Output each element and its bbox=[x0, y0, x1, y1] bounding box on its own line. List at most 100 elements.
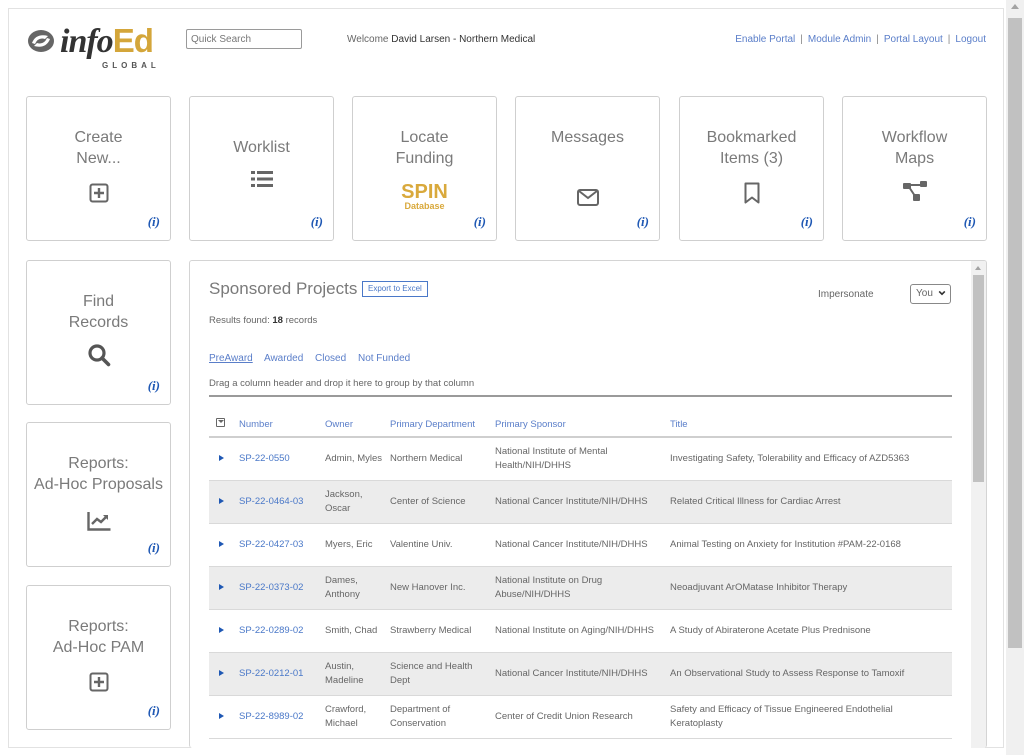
tile-create-new[interactable]: Create New... (i) bbox=[26, 96, 171, 241]
cell-department: Northern Medical bbox=[386, 437, 491, 481]
tab-not-funded[interactable]: Not Funded bbox=[358, 353, 410, 364]
expand-arrow-icon[interactable] bbox=[219, 497, 224, 504]
infoed-logo[interactable]: infoEd GLOBAL bbox=[26, 22, 176, 70]
info-icon[interactable]: (i) bbox=[964, 214, 976, 230]
page-scrollbar-thumb[interactable] bbox=[1008, 18, 1022, 648]
scroll-up-arrow-icon[interactable] bbox=[1011, 4, 1019, 9]
logo-subtext: GLOBAL bbox=[102, 61, 160, 70]
tile-title: Find Records bbox=[68, 293, 129, 331]
table-row[interactable]: SP-22-8989-02 Crawford, Michael Department… bbox=[209, 695, 952, 739]
column-header-primary-department[interactable]: Primary Department bbox=[386, 399, 491, 438]
impersonate-value: You bbox=[916, 288, 933, 299]
info-icon[interactable]: (i) bbox=[637, 214, 649, 230]
tile-workflow-maps[interactable]: Workflow Maps (i) bbox=[842, 96, 987, 241]
tab-preaward[interactable]: PreAward bbox=[209, 353, 253, 364]
tile-worklist[interactable]: Worklist (i) bbox=[189, 96, 334, 241]
tile-title: Reports: Ad-Hoc Proposals bbox=[34, 455, 163, 493]
column-header-number[interactable]: Number bbox=[235, 399, 321, 438]
project-number-link[interactable]: SP-22-8989-02 bbox=[239, 711, 303, 722]
expand-arrow-icon[interactable] bbox=[219, 454, 224, 461]
info-icon[interactable]: (i) bbox=[148, 378, 160, 394]
tab-awarded[interactable]: Awarded bbox=[264, 353, 303, 364]
info-icon[interactable]: (i) bbox=[474, 214, 486, 230]
portal-layout-link[interactable]: Portal Layout bbox=[884, 34, 943, 45]
info-icon[interactable]: (i) bbox=[148, 214, 160, 230]
tile-title: Workflow Maps bbox=[881, 129, 948, 167]
row-expander[interactable] bbox=[209, 695, 235, 739]
expand-arrow-icon[interactable] bbox=[219, 626, 224, 633]
tile-reports-adhoc-pam[interactable]: Reports: Ad-Hoc PAM (i) bbox=[26, 585, 171, 730]
project-number-link[interactable]: SP-22-0550 bbox=[239, 453, 290, 464]
cell-sponsor: Center of Credit Union Research bbox=[491, 695, 666, 739]
table-row[interactable]: SP-22-0212-01 Austin, Madeline Science and… bbox=[209, 652, 952, 696]
cell-owner: Myers, Eric bbox=[321, 523, 386, 567]
cell-title: Investigating Safety, Tolerability and E… bbox=[666, 437, 952, 481]
scroll-up-arrow-icon[interactable] bbox=[975, 266, 981, 270]
info-icon[interactable]: (i) bbox=[311, 214, 323, 230]
link-separator: | bbox=[876, 34, 879, 45]
cell-sponsor: National Cancer Institute/NIH/DHHS bbox=[491, 480, 666, 524]
column-header-owner[interactable]: Owner bbox=[321, 399, 386, 438]
project-number-link[interactable]: SP-22-0289-02 bbox=[239, 625, 303, 636]
results-count: Results found: 18 records bbox=[209, 315, 318, 326]
cell-department: Strawberry Medical bbox=[386, 609, 491, 653]
row-expander[interactable] bbox=[209, 566, 235, 610]
tile-title: Create New... bbox=[74, 129, 123, 167]
plus-square-icon bbox=[27, 181, 170, 205]
grid-header-row: Number Owner Primary Department Primary … bbox=[209, 399, 952, 438]
row-expander[interactable] bbox=[209, 652, 235, 696]
project-number-link[interactable]: SP-22-0464-03 bbox=[239, 496, 303, 507]
table-row[interactable]: SP-22-0464-03 Jackson, Oscar Center of Sci… bbox=[209, 480, 952, 524]
column-menu[interactable] bbox=[209, 399, 235, 438]
info-icon[interactable]: (i) bbox=[148, 540, 160, 556]
column-menu-icon[interactable] bbox=[216, 418, 225, 427]
cell-department: Department of Conservation bbox=[386, 695, 491, 739]
row-expander[interactable] bbox=[209, 523, 235, 567]
project-number-link[interactable]: SP-22-0373-02 bbox=[239, 582, 303, 593]
project-number-link[interactable]: SP-22-0212-01 bbox=[239, 668, 303, 679]
expand-arrow-icon[interactable] bbox=[219, 669, 224, 676]
expand-arrow-icon[interactable] bbox=[219, 540, 224, 547]
tile-title: Locate Funding bbox=[395, 129, 454, 167]
cell-sponsor: National Institute on Drug Abuse/NIH/DHH… bbox=[491, 566, 666, 610]
top-links: Enable Portal | Module Admin | Portal Layout… bbox=[735, 34, 986, 45]
enable-portal-link[interactable]: Enable Portal bbox=[735, 34, 795, 45]
tile-messages[interactable]: Messages (i) bbox=[515, 96, 660, 241]
envelope-icon bbox=[516, 185, 659, 209]
info-icon[interactable]: (i) bbox=[148, 703, 160, 719]
tile-find-records[interactable]: Find Records (i) bbox=[26, 260, 171, 405]
tab-closed[interactable]: Closed bbox=[315, 353, 346, 364]
cell-owner: Jackson, Oscar bbox=[321, 480, 386, 524]
group-by-drop-zone[interactable]: Drag a column header and drop it here to… bbox=[209, 378, 474, 389]
expand-arrow-icon[interactable] bbox=[219, 583, 224, 590]
workflow-icon bbox=[843, 179, 986, 203]
tile-reports-adhoc-proposals[interactable]: Reports: Ad-Hoc Proposals (i) bbox=[26, 422, 171, 567]
cell-title: An Observational Study to Assess Respons… bbox=[666, 652, 952, 696]
cell-owner: Dames, Anthony bbox=[321, 566, 386, 610]
project-number-link[interactable]: SP-22-0427-03 bbox=[239, 539, 303, 550]
column-header-title[interactable]: Title bbox=[666, 399, 952, 438]
impersonate-select[interactable]: You bbox=[910, 284, 951, 304]
module-admin-link[interactable]: Module Admin bbox=[808, 34, 871, 45]
cell-department: Science and Health Dept bbox=[386, 652, 491, 696]
tile-bookmarked-items[interactable]: Bookmarked Items (3) (i) bbox=[679, 96, 824, 241]
table-row[interactable]: SP-22-0289-02 Smith, Chad Strawberry Medic… bbox=[209, 609, 952, 653]
info-icon[interactable]: (i) bbox=[801, 214, 813, 230]
logout-link[interactable]: Logout bbox=[955, 34, 986, 45]
quick-search-input[interactable] bbox=[186, 29, 302, 49]
panel-scrollbar[interactable] bbox=[971, 261, 986, 748]
export-to-excel-button[interactable]: Export to Excel bbox=[362, 281, 428, 297]
panel-scrollbar-thumb[interactable] bbox=[973, 275, 984, 482]
welcome-prefix: Welcome bbox=[347, 34, 392, 45]
tile-locate-funding[interactable]: Locate Funding SPIN Database (i) bbox=[352, 96, 497, 241]
table-row[interactable]: SP-22-0373-02 Dames, Anthony New Hanover I… bbox=[209, 566, 952, 610]
row-expander[interactable] bbox=[209, 609, 235, 653]
table-row[interactable]: SP-22-0550 Admin, Myles Northern Medical Na… bbox=[209, 437, 952, 481]
row-expander[interactable] bbox=[209, 480, 235, 524]
expand-arrow-icon[interactable] bbox=[219, 712, 224, 719]
row-expander[interactable] bbox=[209, 437, 235, 481]
table-row[interactable]: SP-22-0427-03 Myers, Eric Valentine Univ. N… bbox=[209, 523, 952, 567]
chevron-down-icon bbox=[938, 290, 946, 296]
column-header-primary-sponsor[interactable]: Primary Sponsor bbox=[491, 399, 666, 438]
page-scrollbar[interactable] bbox=[1006, 0, 1024, 755]
